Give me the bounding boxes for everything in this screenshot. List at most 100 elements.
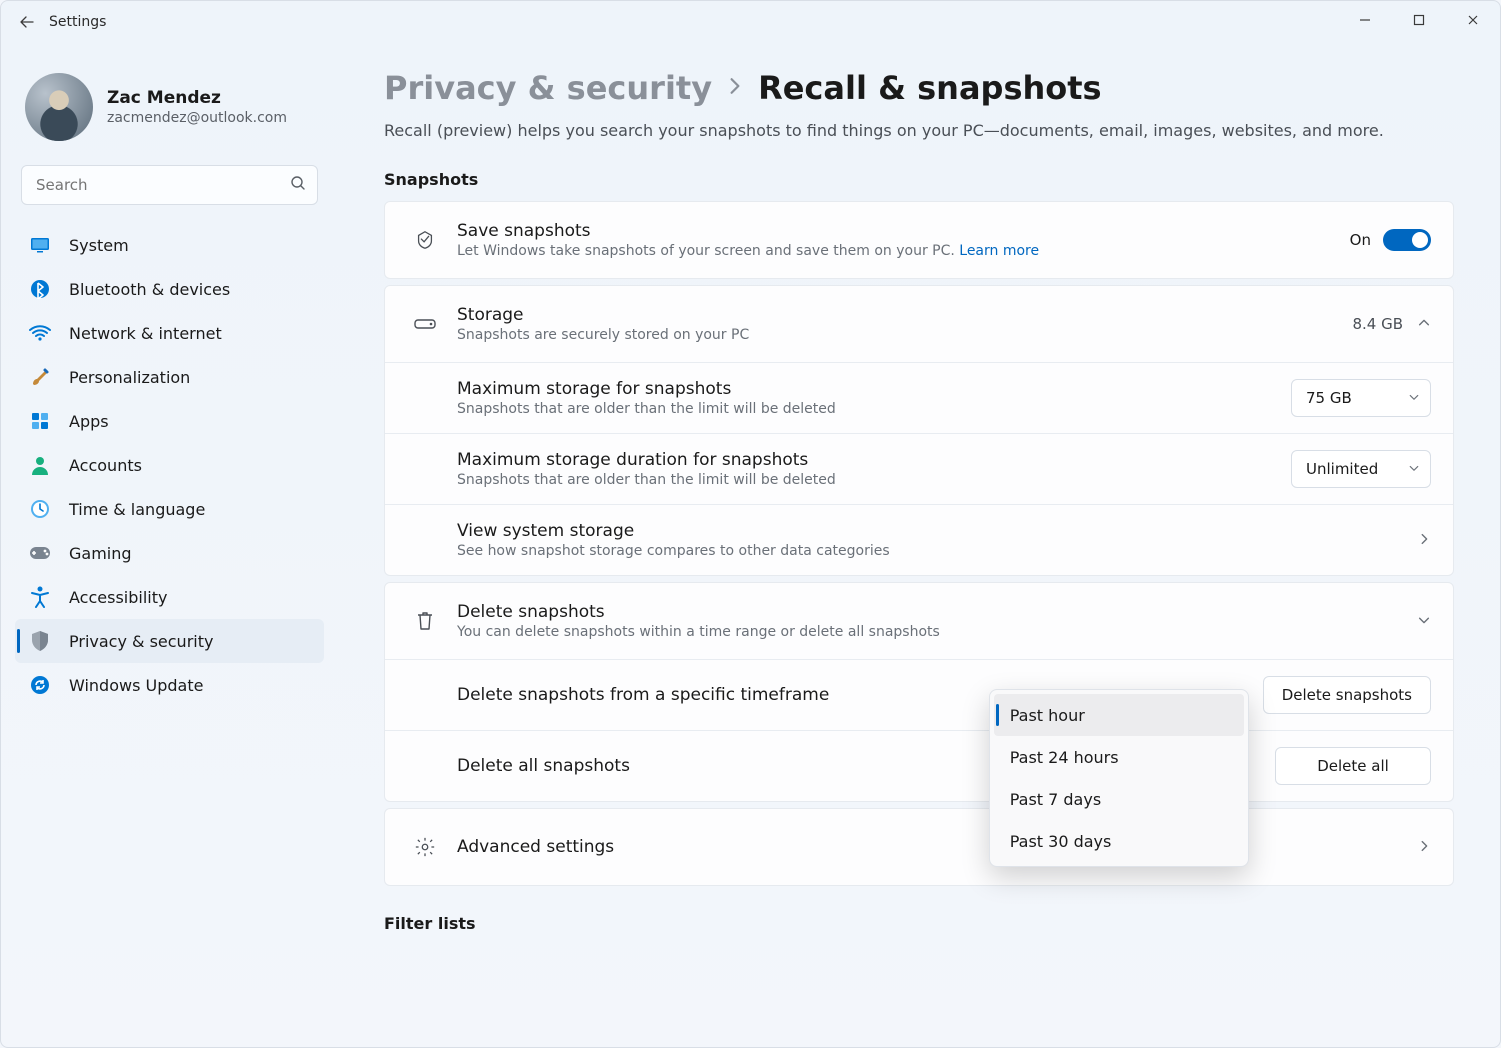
window-minimize-button[interactable]: [1338, 1, 1392, 39]
storage-sub: Snapshots are securely stored on your PC: [457, 327, 1352, 343]
timeframe-option[interactable]: Past hour: [994, 694, 1244, 736]
arrow-left-icon: [19, 14, 35, 30]
max-duration-row: Maximum storage duration for snapshots S…: [385, 433, 1453, 504]
max-storage-row: Maximum storage for snapshots Snapshots …: [385, 362, 1453, 433]
search-input[interactable]: [21, 165, 318, 205]
sidebar-item-label: System: [69, 236, 129, 255]
chevron-right-icon: [726, 76, 744, 101]
sidebar-item-accessibility[interactable]: Accessibility: [15, 575, 324, 619]
bluetooth-icon: [29, 278, 51, 300]
chevron-down-icon: [1408, 389, 1420, 407]
save-snapshots-toggle[interactable]: On: [1350, 229, 1431, 251]
sidebar-item-label: Windows Update: [69, 676, 203, 695]
delete-snapshots-sub: You can delete snapshots within a time r…: [457, 624, 1417, 640]
sidebar-item-wifi[interactable]: Network & internet: [15, 311, 324, 355]
toggle-switch-icon: [1383, 229, 1431, 251]
view-storage-title: View system storage: [457, 521, 1417, 541]
sidebar-item-shield[interactable]: Privacy & security: [15, 619, 324, 663]
save-snapshots-row: Save snapshots Let Windows take snapshot…: [385, 202, 1453, 278]
minimize-icon: [1359, 14, 1371, 26]
user-profile[interactable]: Zac Mendez zacmendez@outlook.com: [15, 55, 324, 165]
sidebar-item-person[interactable]: Accounts: [15, 443, 324, 487]
sidebar-item-gamepad[interactable]: Gaming: [15, 531, 324, 575]
sidebar-item-brush[interactable]: Personalization: [15, 355, 324, 399]
profile-email: zacmendez@outlook.com: [107, 110, 287, 126]
sidebar-item-apps[interactable]: Apps: [15, 399, 324, 443]
timeframe-option[interactable]: Past 30 days: [994, 820, 1244, 862]
delete-snapshots-row[interactable]: Delete snapshots You can delete snapshot…: [385, 583, 1453, 659]
sidebar-item-label: Network & internet: [69, 324, 222, 343]
storage-row[interactable]: Storage Snapshots are securely stored on…: [385, 286, 1453, 362]
gamepad-icon: [29, 542, 51, 564]
back-button[interactable]: [13, 8, 41, 36]
section-heading-filter: Filter lists: [384, 914, 1454, 933]
sidebar-item-label: Bluetooth & devices: [69, 280, 230, 299]
delete-all-button[interactable]: Delete all: [1275, 747, 1431, 785]
sidebar-item-update[interactable]: Windows Update: [15, 663, 324, 707]
max-storage-value: 75 GB: [1306, 389, 1352, 407]
sidebar-item-label: Accessibility: [69, 588, 167, 607]
trash-icon: [407, 610, 443, 632]
breadcrumb: Privacy & security Recall & snapshots: [384, 69, 1454, 107]
sidebar-item-label: Time & language: [69, 500, 205, 519]
chevron-up-icon: [1417, 315, 1431, 334]
max-storage-sub: Snapshots that are older than the limit …: [457, 401, 1291, 417]
sidebar-item-label: Privacy & security: [69, 632, 213, 651]
delete-snapshots-button[interactable]: Delete snapshots: [1263, 676, 1431, 714]
close-icon: [1467, 14, 1479, 26]
delete-timeframe-row: Delete snapshots from a specific timefra…: [385, 659, 1453, 730]
wifi-icon: [29, 322, 51, 344]
person-icon: [29, 454, 51, 476]
sidebar-item-label: Accounts: [69, 456, 142, 475]
delete-timeframe-title: Delete snapshots from a specific timefra…: [457, 685, 989, 705]
save-snapshots-title: Save snapshots: [457, 221, 1350, 241]
timeframe-option[interactable]: Past 7 days: [994, 778, 1244, 820]
clock-icon: [29, 498, 51, 520]
view-system-storage-row[interactable]: View system storage See how snapshot sto…: [385, 504, 1453, 575]
save-snapshots-sub: Let Windows take snapshots of your scree…: [457, 243, 1350, 259]
page-description: Recall (preview) helps you search your s…: [384, 121, 1454, 140]
sidebar-item-system[interactable]: System: [15, 223, 324, 267]
shield-icon: [29, 630, 51, 652]
advanced-settings-title: Advanced settings: [457, 837, 1417, 857]
brush-icon: [29, 366, 51, 388]
advanced-settings-row[interactable]: Advanced settings: [385, 809, 1453, 885]
sidebar-item-clock[interactable]: Time & language: [15, 487, 324, 531]
search-icon: [290, 175, 306, 195]
chevron-down-icon: [1417, 612, 1431, 631]
chevron-right-icon: [1417, 838, 1431, 857]
toggle-state-label: On: [1350, 231, 1371, 249]
breadcrumb-parent[interactable]: Privacy & security: [384, 69, 712, 107]
gear-icon: [407, 836, 443, 858]
window-maximize-button[interactable]: [1392, 1, 1446, 39]
page-title: Recall & snapshots: [758, 69, 1102, 107]
timeframe-option[interactable]: Past 24 hours: [994, 736, 1244, 778]
sidebar-item-label: Gaming: [69, 544, 132, 563]
learn-more-link[interactable]: Learn more: [959, 243, 1039, 259]
sidebar-item-label: Apps: [69, 412, 109, 431]
profile-name: Zac Mendez: [107, 88, 287, 108]
maximize-icon: [1413, 14, 1425, 26]
max-storage-title: Maximum storage for snapshots: [457, 379, 1291, 399]
storage-icon: [407, 317, 443, 331]
window-close-button[interactable]: [1446, 1, 1500, 39]
apps-icon: [29, 410, 51, 432]
window-title: Settings: [49, 14, 106, 30]
snapshot-icon: [407, 229, 443, 251]
max-duration-select[interactable]: Unlimited: [1291, 450, 1431, 488]
storage-used-value: 8.4 GB: [1352, 315, 1403, 333]
delete-snapshots-title: Delete snapshots: [457, 602, 1417, 622]
max-duration-sub: Snapshots that are older than the limit …: [457, 472, 1291, 488]
update-icon: [29, 674, 51, 696]
max-duration-value: Unlimited: [1306, 460, 1378, 478]
avatar: [25, 73, 93, 141]
view-storage-sub: See how snapshot storage compares to oth…: [457, 543, 1417, 559]
chevron-right-icon: [1417, 531, 1431, 550]
max-storage-select[interactable]: 75 GB: [1291, 379, 1431, 417]
storage-title: Storage: [457, 305, 1352, 325]
section-heading-snapshots: Snapshots: [384, 170, 1454, 189]
accessibility-icon: [29, 586, 51, 608]
timeframe-dropdown[interactable]: Past hourPast 24 hoursPast 7 daysPast 30…: [989, 689, 1249, 867]
sidebar-item-bluetooth[interactable]: Bluetooth & devices: [15, 267, 324, 311]
delete-all-row: Delete all snapshots Delete all: [385, 730, 1453, 801]
